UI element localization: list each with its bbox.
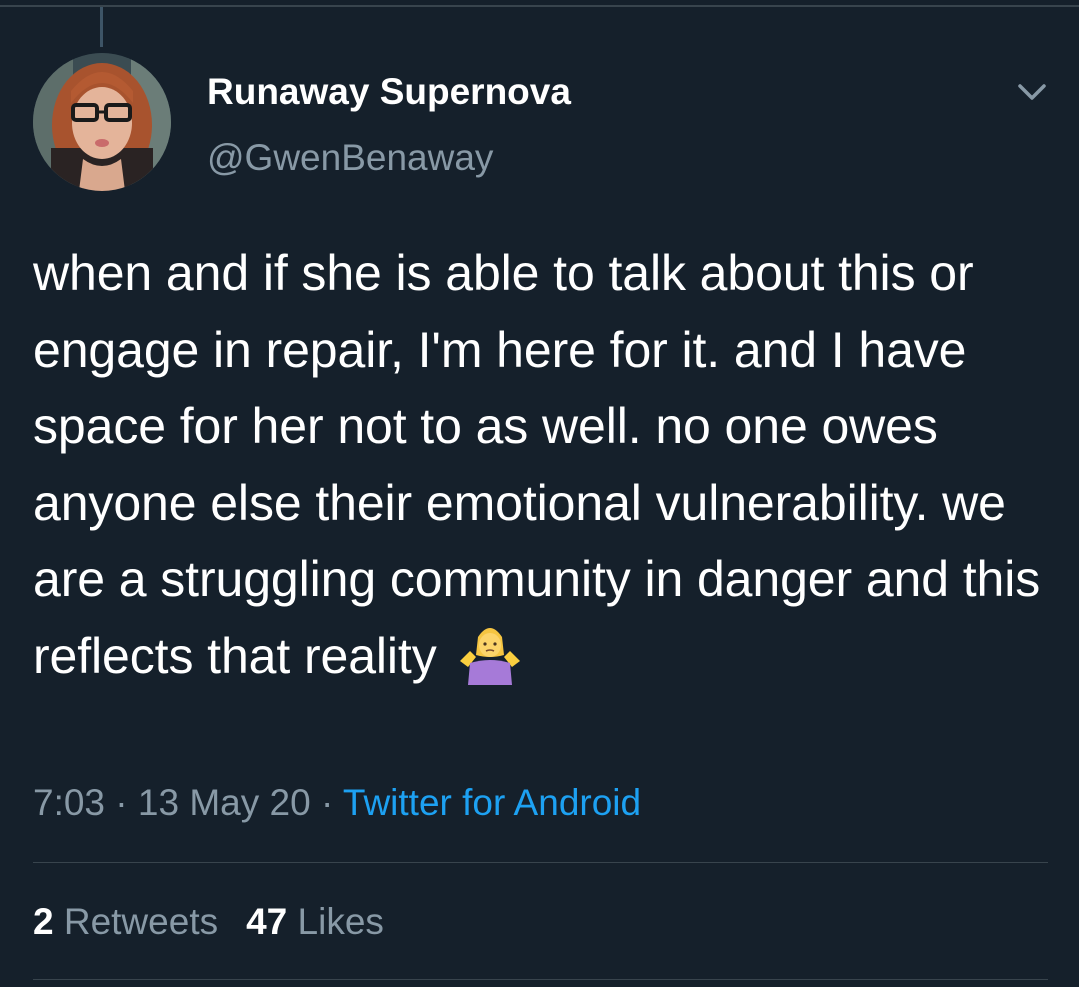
tweet-time: 7:03 xyxy=(33,782,106,823)
retweets-label: Retweets xyxy=(63,901,219,942)
tweet-options-button[interactable] xyxy=(1014,78,1050,106)
likes-stat[interactable]: 47 Likes xyxy=(246,901,384,942)
tweet-source-link[interactable]: Twitter for Android xyxy=(343,782,641,823)
meta-separator: · xyxy=(105,782,138,823)
meta-separator: · xyxy=(310,782,343,823)
profile-photo xyxy=(33,53,171,191)
likes-count: 47 xyxy=(246,901,288,942)
author-handle[interactable]: @GwenBenaway xyxy=(207,136,493,180)
person-shrugging-emoji xyxy=(456,623,524,685)
top-border xyxy=(0,5,1079,7)
engagement-stats: 2 Retweets 47 Likes xyxy=(33,899,384,945)
tweet-metadata: 7:03 · 13 May 20 · Twitter for Android xyxy=(33,780,641,826)
tweet-body: when and if she is able to talk about th… xyxy=(33,235,1043,694)
author-display-name[interactable]: Runaway Supernova xyxy=(207,70,571,114)
divider xyxy=(33,862,1048,863)
retweets-count: 2 xyxy=(33,901,54,942)
tweet-date: 13 May 20 xyxy=(137,782,311,823)
tweet-text: when and if she is able to talk about th… xyxy=(33,245,1041,684)
likes-label: Likes xyxy=(297,901,384,942)
chevron-down-icon xyxy=(1018,84,1046,100)
divider xyxy=(33,979,1048,980)
thread-connector-line xyxy=(100,7,103,47)
retweets-stat[interactable]: 2 Retweets xyxy=(33,901,218,942)
avatar[interactable] xyxy=(33,53,171,191)
